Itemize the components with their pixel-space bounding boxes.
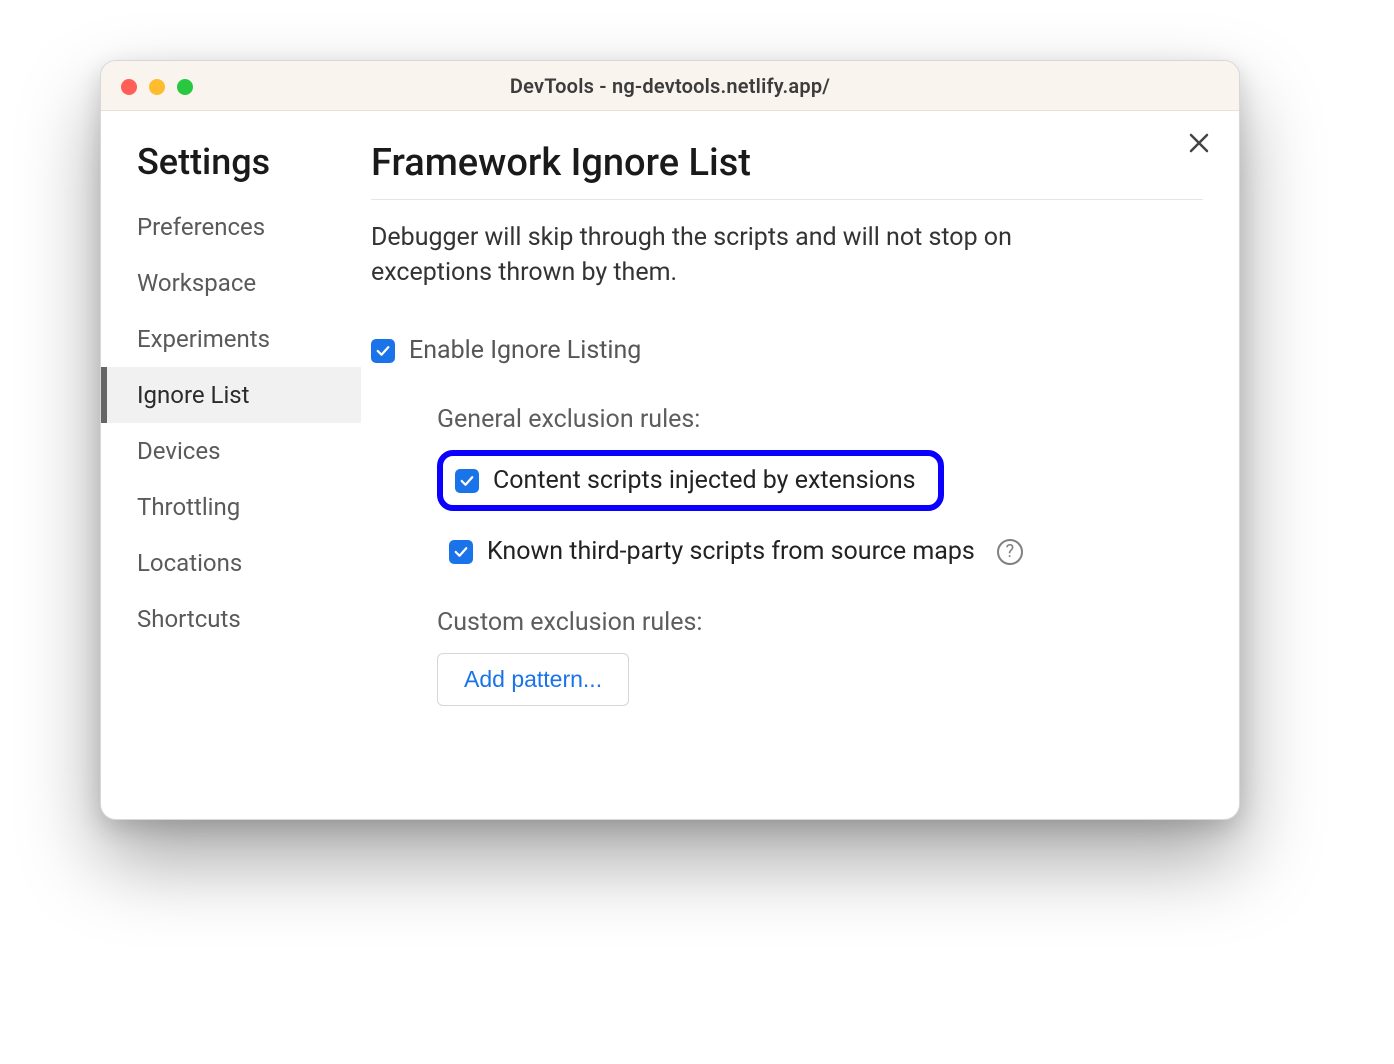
general-rules-block: Content scripts injected by extensions K… (437, 450, 1203, 574)
sidebar-item-preferences[interactable]: Preferences (101, 199, 361, 255)
add-pattern-button[interactable]: Add pattern... (437, 653, 629, 706)
content-scripts-checkbox[interactable] (455, 469, 479, 493)
window-fullscreen-button[interactable] (177, 79, 193, 95)
content-scripts-highlight: Content scripts injected by extensions (437, 450, 944, 511)
sidebar-title: Settings (101, 141, 361, 199)
sidebar: Settings Preferences Workspace Experimen… (101, 111, 361, 819)
general-rules-heading: General exclusion rules: (437, 405, 1203, 434)
sidebar-item-workspace[interactable]: Workspace (101, 255, 361, 311)
content-scripts-label: Content scripts injected by extensions (493, 466, 916, 495)
window-title: DevTools - ng-devtools.netlify.app/ (101, 74, 1239, 98)
titlebar: DevTools - ng-devtools.netlify.app/ (101, 61, 1239, 111)
sidebar-item-devices[interactable]: Devices (101, 423, 361, 479)
sidebar-item-locations[interactable]: Locations (101, 535, 361, 591)
content-area: Settings Preferences Workspace Experimen… (101, 111, 1239, 819)
window-minimize-button[interactable] (149, 79, 165, 95)
settings-window: DevTools - ng-devtools.netlify.app/ Sett… (100, 60, 1240, 820)
sidebar-item-throttling[interactable]: Throttling (101, 479, 361, 535)
enable-ignore-listing-label: Enable Ignore Listing (409, 336, 641, 365)
third-party-checkbox[interactable] (449, 540, 473, 564)
sidebar-item-ignore-list[interactable]: Ignore List (101, 367, 361, 423)
page-title: Framework Ignore List (371, 141, 1203, 200)
close-icon[interactable] (1187, 131, 1211, 160)
third-party-label: Known third-party scripts from source ma… (487, 537, 975, 566)
traffic-lights (121, 79, 193, 95)
sidebar-item-experiments[interactable]: Experiments (101, 311, 361, 367)
enable-ignore-listing-row: Enable Ignore Listing (371, 336, 1203, 365)
enable-ignore-listing-checkbox[interactable] (371, 339, 395, 363)
help-icon[interactable]: ? (997, 539, 1023, 565)
main-panel: Framework Ignore List Debugger will skip… (361, 111, 1239, 819)
custom-rules-heading: Custom exclusion rules: (437, 608, 1203, 637)
third-party-row: Known third-party scripts from source ma… (437, 529, 1203, 574)
page-description: Debugger will skip through the scripts a… (371, 220, 1131, 290)
sidebar-item-shortcuts[interactable]: Shortcuts (101, 591, 361, 647)
window-close-button[interactable] (121, 79, 137, 95)
